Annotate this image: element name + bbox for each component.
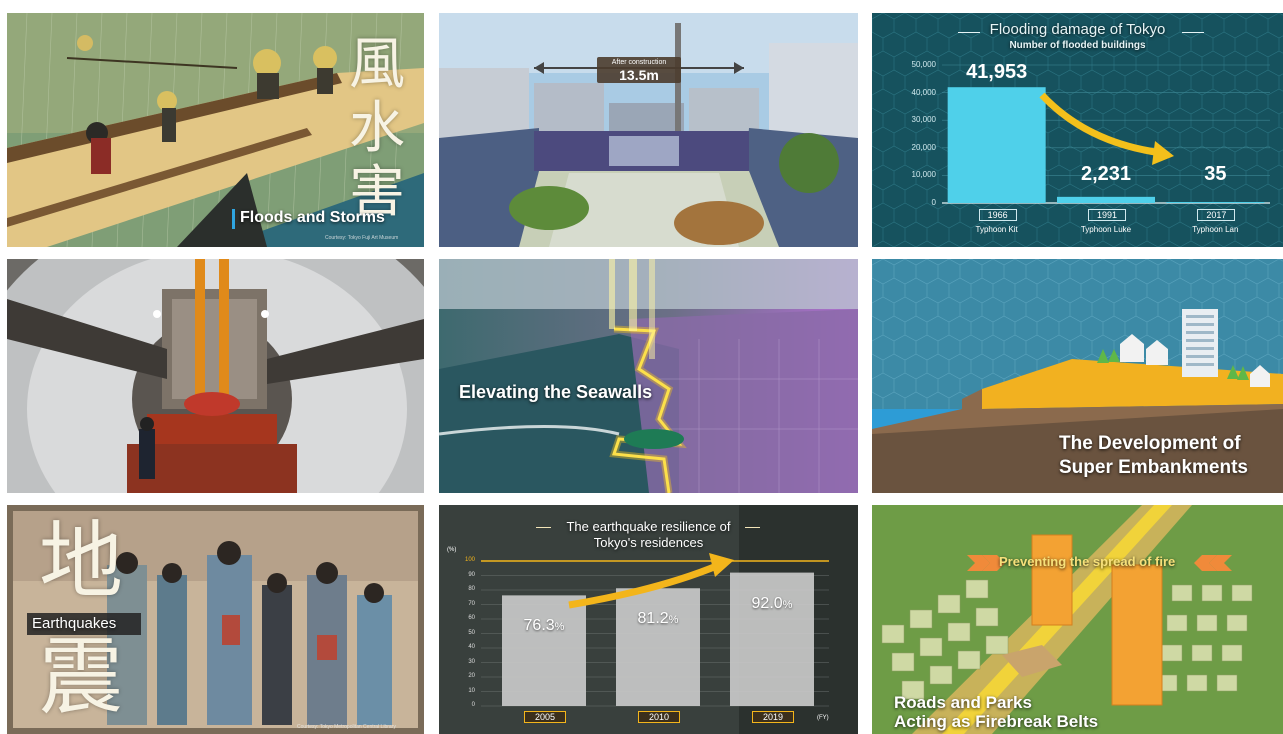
flood-bar [1057, 196, 1155, 203]
tile-seawalls[interactable]: Elevating the Seawalls [439, 259, 858, 493]
quake-y-tick-label: 80 [468, 586, 475, 592]
flood-value-label: 2,231 [1080, 163, 1132, 185]
kanji-shin: 震 [39, 628, 124, 726]
width-label-value: 13.5m [619, 67, 659, 83]
quake-chart-title-line1: The earthquake resilience of [566, 519, 731, 534]
quake-bar [502, 595, 586, 706]
quake-y-tick-label: 100 [464, 557, 475, 563]
quake-value-label: 76.3% [504, 617, 584, 635]
quake-value-unit: % [782, 598, 793, 611]
quake-y-tick-label: 20 [468, 673, 475, 679]
quake-chart-title-line2: Tokyo's residences [593, 535, 704, 550]
quake-y-unit: (%) [447, 547, 457, 553]
caption-elevating-the-seawalls: Elevating the Seawalls [459, 382, 653, 402]
quake-y-tick-label: 90 [468, 571, 475, 578]
firebreak-banner: Preventing the spread of fire [999, 554, 1176, 569]
flood-year-label: 1966 [978, 209, 1017, 221]
flood-typhoon-label: Typhoon Luke [1080, 225, 1132, 234]
river-artwork [439, 13, 858, 247]
quake-value-unit: % [554, 621, 565, 634]
caption-firebreak-line1: Roads and Parks [894, 693, 1032, 712]
flood-chart-subtitle: Number of flooded buildings [1009, 40, 1146, 51]
tile-floods-and-storms[interactable]: 風 水 害 Floods and Storms Courtesy: Tokyo … [7, 13, 424, 247]
tile-flood-chart[interactable]: Flooding damage of Tokyo Number of flood… [872, 13, 1283, 247]
flood-year-label: 1991 [1088, 209, 1126, 221]
credit-text: Courtesy: Tokyo Metropolitan Central Lib… [297, 724, 396, 730]
flood-y-tick-label: 10,000 [911, 170, 936, 180]
caption-firebreak-line2: Acting as Firebreak Belts [894, 712, 1099, 731]
flood-chart-title: Flooding damage of Tokyo [989, 21, 1166, 38]
flood-y-tick-label: 0 [931, 198, 936, 207]
quake-y-tick-label: 70 [468, 600, 475, 607]
flood-typhoon-label: Typhoon Kit [975, 225, 1018, 234]
kanji-fu: 風 [349, 32, 405, 97]
quake-y-tick-label: 10 [468, 687, 475, 694]
tile-earthquakes[interactable]: 地 震 Earthquakes Courtesy: Tokyo Metropol… [7, 505, 424, 734]
quake-y-tick-label: 50 [468, 629, 475, 636]
quake-bar [730, 572, 814, 706]
tunnel-photo [7, 259, 424, 493]
quake-year-label: 2019 [752, 711, 794, 723]
flood-value-label: 35 [1204, 163, 1227, 185]
quake-y-tick-label: 60 [468, 615, 475, 621]
flood-y-tick-label: 50,000 [911, 60, 936, 69]
flood-value-label: 41,953 [966, 61, 1028, 84]
quake-value-label: 81.2% [618, 610, 698, 628]
tile-river-construction[interactable]: After construction 13.5m [439, 13, 858, 247]
caption-accent-bar [232, 209, 235, 229]
quake-value-label: 92.0% [732, 595, 812, 613]
tile-quake-chart[interactable]: The earthquake resilience of Tokyo's res… [439, 505, 858, 734]
quake-year-label: 2005 [524, 711, 566, 723]
flood-typhoon-label: Typhoon Lan [1192, 225, 1239, 234]
quake-year-label: 2010 [638, 711, 680, 723]
caption-earthquakes: Earthquakes [32, 615, 117, 632]
flood-y-tick-label: 40,000 [911, 87, 936, 97]
width-label-top: After construction [611, 59, 667, 66]
credit-text: Courtesy: Tokyo Fuji Art Museum [325, 235, 399, 241]
flood-year-label: 2017 [1197, 209, 1236, 221]
quake-y-tick-label: 30 [468, 658, 475, 665]
caption-embankments-line1: The Development of [1059, 433, 1241, 454]
quake-y-tick-label: 0 [471, 702, 475, 708]
tile-tunnel[interactable] [7, 259, 424, 493]
kanji-sui: 水 [349, 96, 405, 161]
caption-embankments-line2: Super Embankments [1059, 457, 1248, 478]
quake-value-number: 76.3 [523, 617, 555, 635]
flood-bar [1166, 202, 1265, 203]
flood-bar [947, 87, 1046, 203]
flood-y-tick-label: 30,000 [911, 115, 936, 125]
quake-value-unit: % [668, 614, 679, 627]
quake-bar [616, 588, 700, 706]
quake-value-number: 81.2 [637, 610, 669, 628]
tile-firebreak[interactable]: Preventing the spread of fire Roads and … [872, 505, 1283, 734]
quake-y-tick-label: 40 [468, 644, 475, 650]
tile-super-embankments[interactable]: The Development of Super Embankments [872, 259, 1283, 493]
caption-floods-and-storms: Floods and Storms [240, 209, 385, 226]
kanji-ji: 地 [39, 512, 124, 610]
quake-value-number: 92.0 [751, 594, 783, 612]
flood-y-tick-label: 20,000 [911, 142, 936, 152]
quake-x-unit: (FY) [817, 715, 829, 721]
seawalls-aerial [439, 259, 858, 493]
